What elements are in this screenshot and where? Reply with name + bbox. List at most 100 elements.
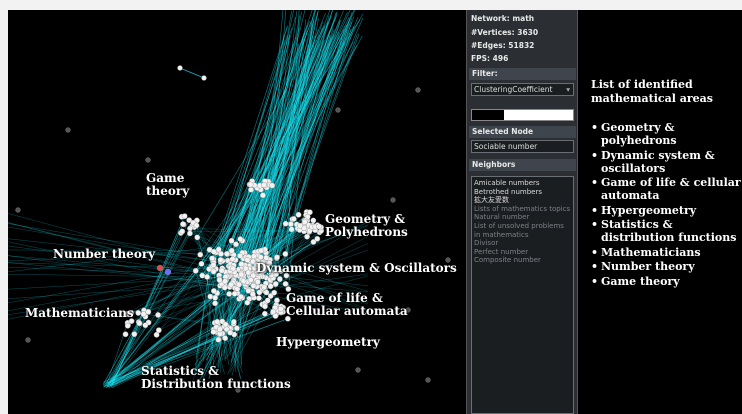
graph-node[interactable] (180, 221, 186, 228)
graph-node[interactable] (210, 262, 217, 268)
neighbor-item[interactable]: List of unsolved problems in mathematics (474, 222, 571, 239)
graph-node[interactable] (238, 271, 245, 278)
graph-node[interactable] (15, 207, 21, 213)
graph-node[interactable] (215, 336, 222, 343)
graph-node[interactable] (210, 328, 217, 335)
graph-node[interactable] (261, 310, 268, 317)
graph-node[interactable] (194, 234, 201, 241)
graph-node[interactable] (247, 277, 254, 283)
graph-node[interactable] (221, 284, 228, 291)
graph-node[interactable] (238, 293, 244, 300)
graph-node[interactable] (164, 268, 172, 276)
graph-node[interactable] (233, 325, 240, 332)
graph-node[interactable] (282, 251, 289, 257)
graph-node[interactable] (271, 289, 278, 296)
graph-node[interactable] (316, 223, 323, 230)
graph-node[interactable] (226, 291, 233, 297)
graph-node[interactable] (245, 287, 252, 294)
graph-node[interactable] (230, 265, 237, 272)
graph-node[interactable] (231, 290, 238, 297)
graph-node[interactable] (290, 216, 297, 222)
graph-node[interactable] (122, 331, 129, 338)
graph-node[interactable] (218, 267, 225, 274)
graph-node[interactable] (145, 308, 152, 315)
graph-node[interactable] (210, 288, 217, 294)
graph-node[interactable] (295, 211, 302, 218)
graph-node[interactable] (209, 255, 215, 262)
neighbors-list[interactable]: Amicable numbers Betrothed numbers 拡大友愛数 Li… (471, 176, 574, 414)
graph-node[interactable] (277, 305, 284, 312)
graph-node[interactable] (425, 377, 431, 383)
neighbor-item[interactable]: Lists of mathematics topics (474, 205, 571, 214)
graph-node[interactable] (355, 367, 361, 373)
graph-node[interactable] (390, 197, 396, 203)
graph-node[interactable] (244, 257, 251, 263)
graph-node[interactable] (217, 326, 223, 333)
graph-node[interactable] (197, 251, 204, 258)
graph-node[interactable] (187, 230, 193, 237)
graph-node[interactable] (179, 228, 186, 235)
graph-node[interactable] (238, 261, 245, 267)
graph-node[interactable] (181, 213, 188, 220)
graph-node[interactable] (210, 268, 217, 275)
graph-node[interactable] (250, 282, 257, 289)
selected-node-field[interactable]: Sociable number (471, 140, 574, 153)
graph-node[interactable] (261, 182, 267, 188)
neighbor-item[interactable]: 拡大友愛数 (474, 196, 571, 205)
graph-node[interactable] (256, 289, 263, 296)
graph-node[interactable] (228, 247, 235, 254)
graph-node[interactable] (301, 219, 308, 225)
graph-node[interactable] (193, 222, 200, 229)
network-graph-canvas[interactable]: Game theory Number theory Mathematicians… (8, 10, 466, 414)
graph-node[interactable] (145, 157, 151, 163)
graph-node[interactable] (142, 322, 149, 329)
graph-node[interactable] (335, 107, 341, 113)
graph-node[interactable] (155, 312, 161, 318)
graph-node[interactable] (227, 329, 234, 336)
graph-node[interactable] (282, 220, 289, 227)
graph-node[interactable] (237, 252, 244, 259)
graph-node[interactable] (228, 237, 235, 244)
graph-node[interactable] (258, 247, 265, 254)
graph-node[interactable] (272, 281, 279, 287)
graph-node[interactable] (229, 256, 236, 263)
neighbor-item[interactable]: Perfect number (474, 248, 571, 257)
graph-node[interactable] (228, 281, 234, 288)
graph-node[interactable] (249, 291, 256, 298)
graph-node[interactable] (192, 267, 199, 274)
neighbor-item[interactable]: Amicable numbers (474, 179, 571, 188)
graph-node[interactable] (310, 217, 317, 224)
graph-node[interactable] (244, 299, 251, 306)
graph-node[interactable] (297, 222, 303, 229)
graph-node[interactable] (136, 320, 143, 327)
graph-node[interactable] (264, 297, 271, 304)
graph-node[interactable] (263, 289, 270, 296)
graph-node[interactable] (201, 75, 207, 81)
graph-node[interactable] (287, 221, 294, 227)
graph-node[interactable] (250, 253, 257, 260)
graph-node[interactable] (124, 322, 131, 329)
graph-node[interactable] (140, 311, 147, 318)
graph-node[interactable] (274, 254, 280, 261)
graph-node[interactable] (272, 313, 279, 319)
graph-node[interactable] (156, 264, 164, 272)
graph-node[interactable] (216, 277, 223, 283)
graph-node[interactable] (240, 278, 247, 285)
graph-node[interactable] (269, 182, 276, 189)
graph-node[interactable] (212, 300, 219, 307)
graph-node[interactable] (304, 233, 310, 240)
graph-node[interactable] (207, 293, 214, 300)
neighbor-item[interactable]: Natural number (474, 213, 571, 222)
neighbor-item[interactable]: Betrothed numbers (474, 188, 571, 197)
graph-node[interactable] (256, 295, 262, 302)
graph-node[interactable] (222, 335, 229, 342)
graph-node[interactable] (248, 186, 254, 193)
graph-node[interactable] (263, 254, 270, 261)
graph-node[interactable] (222, 278, 229, 285)
graph-node[interactable] (274, 297, 280, 304)
graph-node[interactable] (222, 321, 229, 328)
graph-node[interactable] (155, 327, 162, 334)
graph-node[interactable] (131, 331, 138, 338)
graph-node[interactable] (415, 87, 421, 93)
graph-node[interactable] (135, 310, 142, 316)
